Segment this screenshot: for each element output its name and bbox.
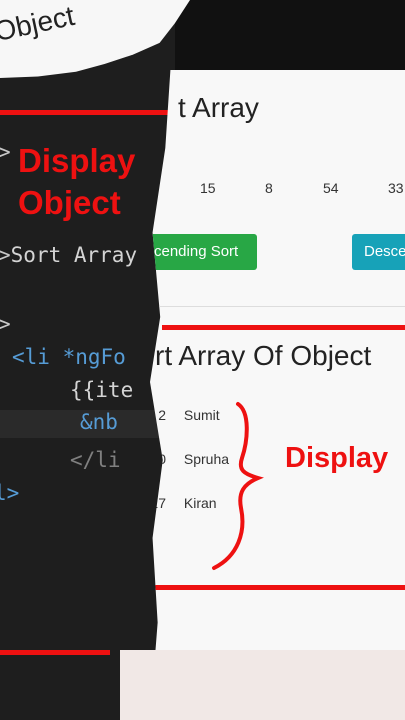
code-line-sort-array: >Sort Array [0, 243, 138, 267]
section-divider [150, 306, 405, 307]
array-number: 15 [200, 180, 216, 196]
objects-title: rt Array Of Object [155, 340, 372, 371]
torn-paper-text: Object [0, 0, 78, 48]
red-underline-bottom-left [0, 650, 110, 655]
red-frame-top [162, 325, 405, 330]
code-line-li-close: </li [70, 448, 121, 472]
array-number: 8 [265, 180, 273, 196]
bottom-fade-area [120, 650, 405, 720]
app-preview-panel: t Array 15 8 54 33 cending Sort Desce rt… [150, 70, 405, 720]
code-tag-li: <li [12, 345, 50, 369]
code-line-li-open: <li *ngFo [12, 345, 126, 369]
chevron-right-icon: > [0, 312, 11, 336]
descending-sort-button[interactable]: Desce [352, 234, 405, 270]
red-underline-top [0, 110, 172, 115]
code-attr-ngfor: *ngFo [62, 345, 126, 369]
code-heading-line2: Object [18, 184, 121, 221]
ascending-sort-button[interactable]: cending Sort [150, 234, 257, 270]
page-title: t Array [178, 92, 259, 123]
code-line-ul-close: l> [0, 481, 20, 505]
code-line-interpolation: {{ite [70, 378, 134, 402]
code-line-nbsp: &nb [80, 410, 118, 434]
array-number: 54 [323, 180, 339, 196]
red-frame-bottom [150, 585, 405, 590]
code-heading-line1: Display [18, 142, 136, 179]
chevron-left-icon: > [0, 140, 11, 164]
display-annotation: Display [285, 442, 389, 474]
curly-brace-icon [212, 402, 264, 570]
array-number: 33 [388, 180, 404, 196]
code-text-sort-array: Sort Array [10, 243, 138, 267]
